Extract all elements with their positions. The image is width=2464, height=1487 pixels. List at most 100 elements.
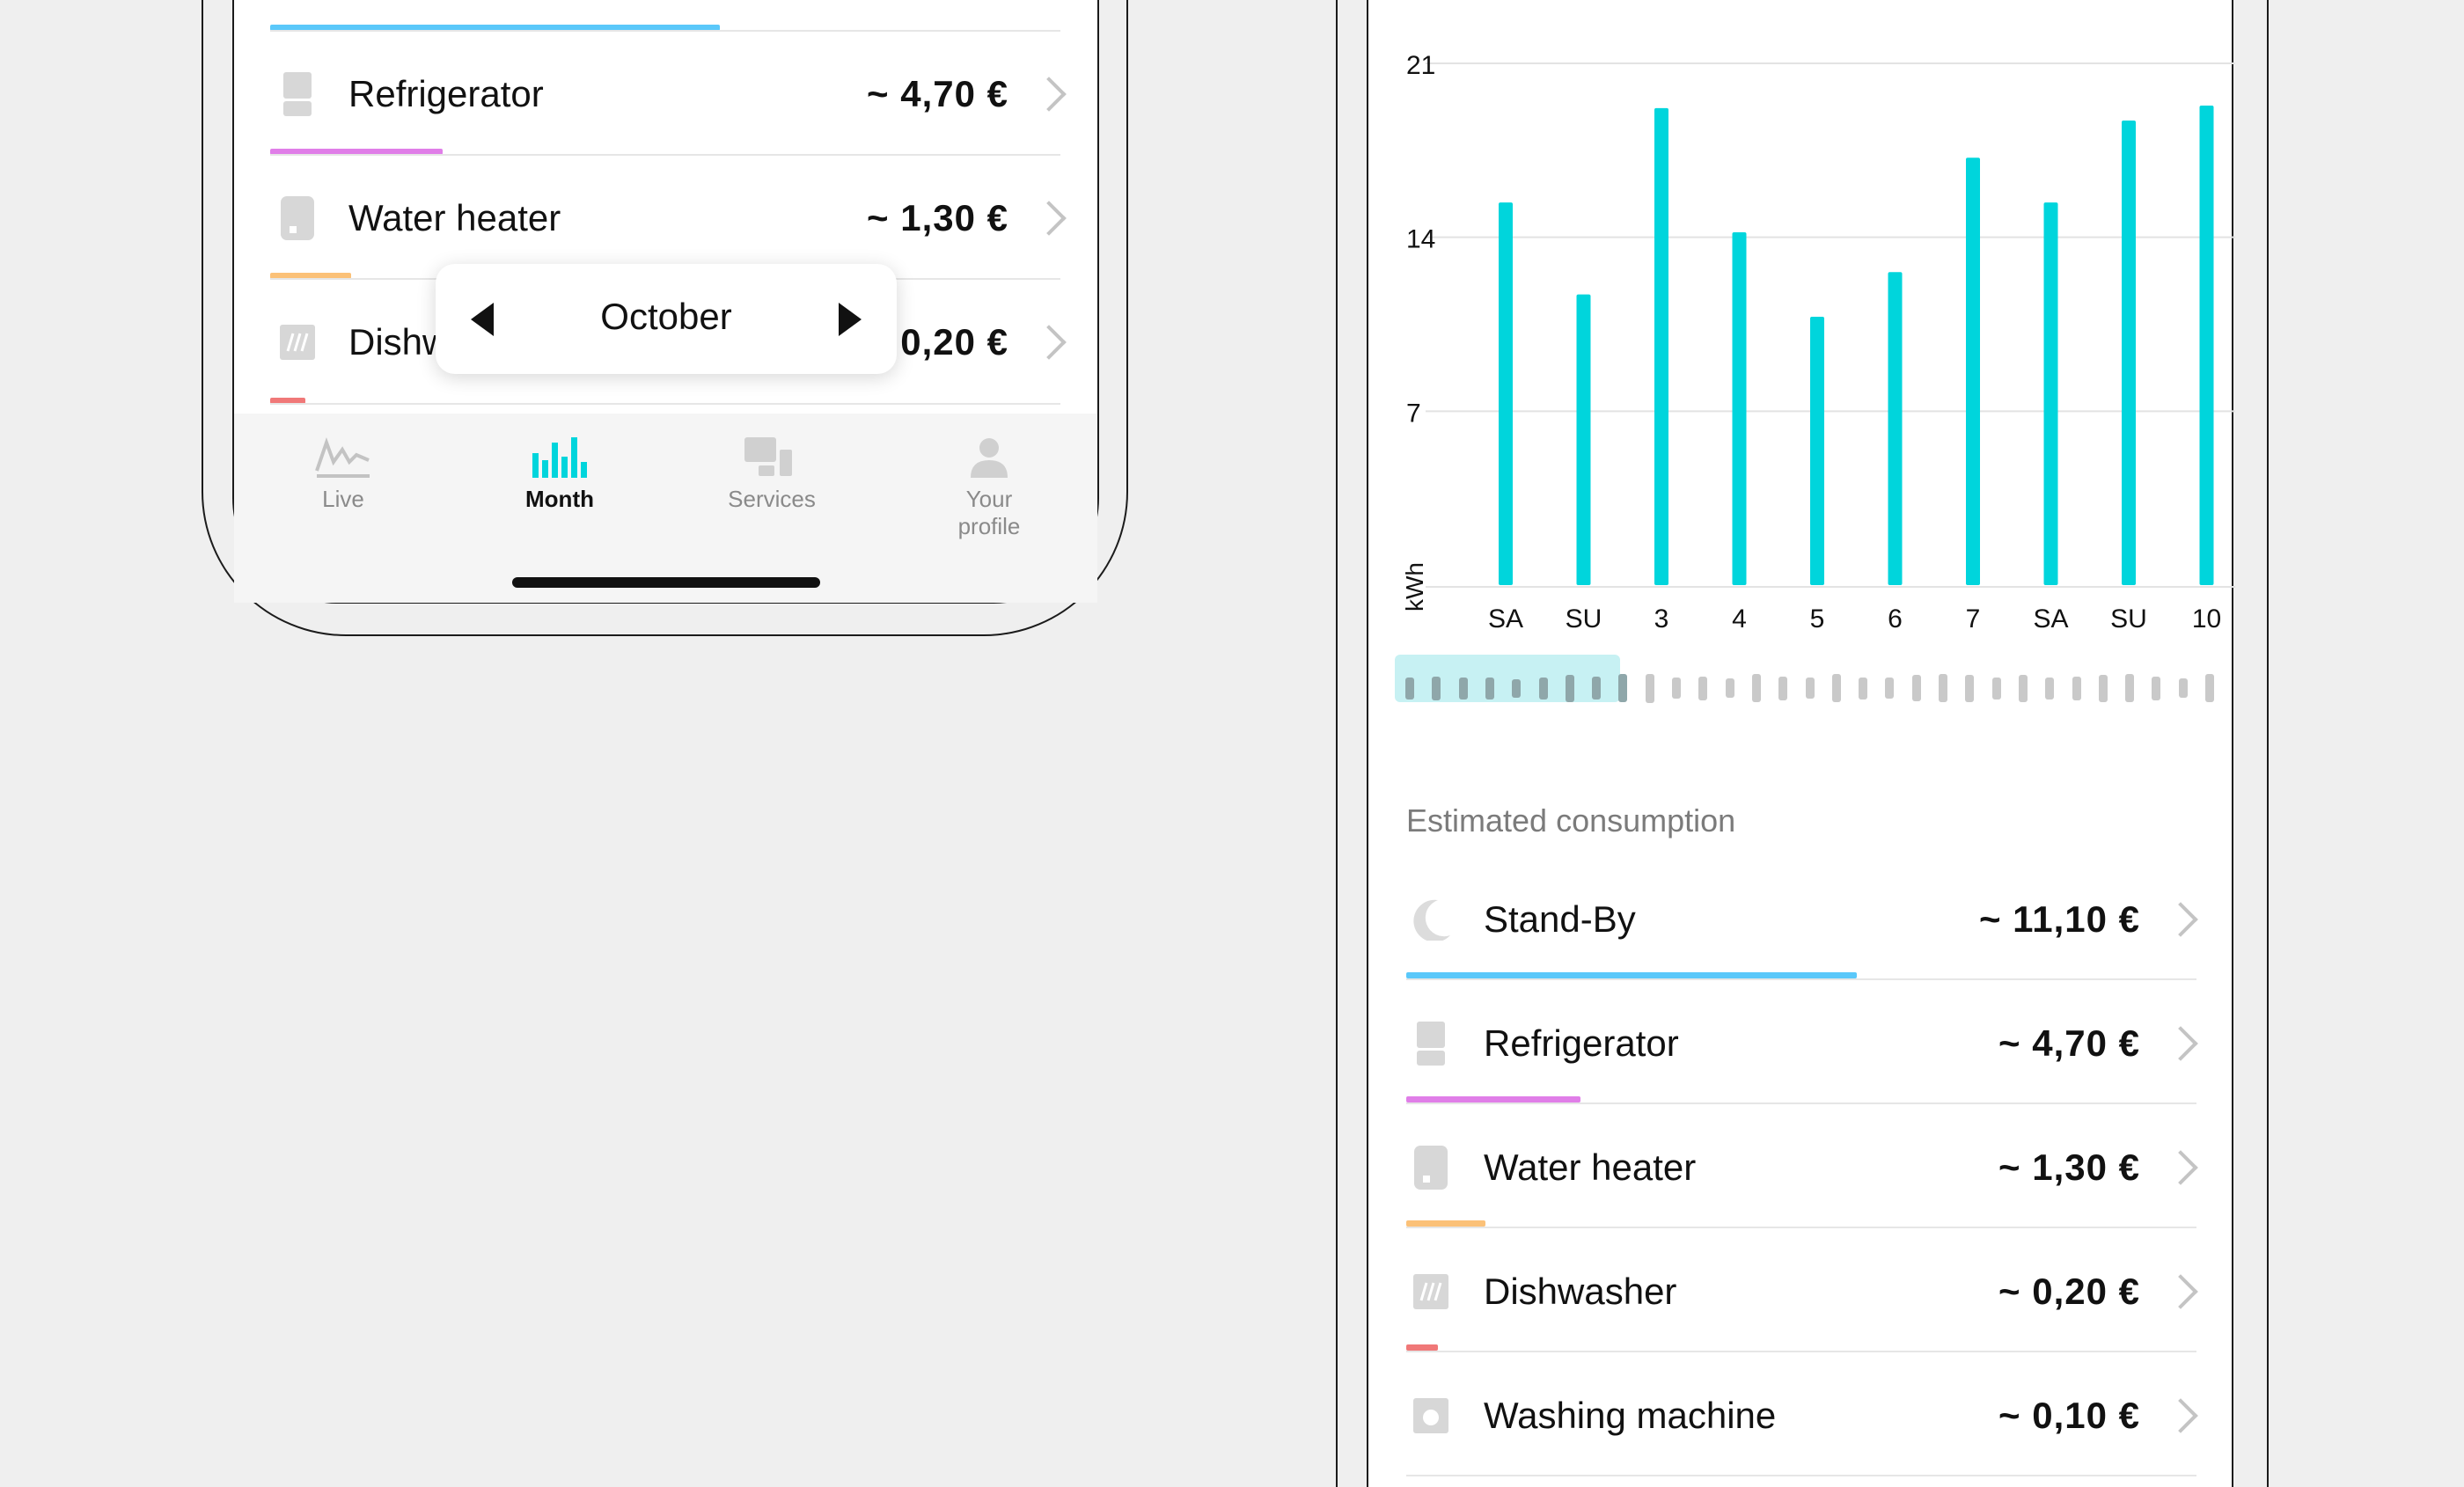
tab-label-line2: profile: [957, 513, 1021, 539]
list-item-refrigerator[interactable]: Refrigerator ~ 4,70 €: [1412, 1022, 2198, 1066]
refrigerator-icon: [1412, 1022, 1450, 1066]
list-item-water-heater[interactable]: Water heater ~ 1,30 €: [280, 196, 1067, 240]
divider: [270, 154, 1060, 156]
tab-label: Services: [728, 486, 816, 512]
item-price: 0,20 €: [900, 321, 1008, 363]
tab-live[interactable]: Live: [290, 436, 396, 513]
usage-bar: [1406, 972, 1857, 978]
profile-icon: [971, 438, 1008, 478]
tab-services[interactable]: Services: [715, 436, 829, 513]
chevron-right-icon: [2163, 1026, 2198, 1061]
scrubber-bar: [1432, 676, 1441, 700]
divider: [1406, 1351, 2196, 1352]
scrubber-bar: [1725, 678, 1734, 698]
item-price: ~ 11,10 €: [1978, 898, 2140, 940]
home-indicator[interactable]: [512, 577, 820, 588]
scrubber-bar: [2152, 676, 2161, 700]
scrubber-bar: [2178, 678, 2188, 698]
live-graph-icon: [315, 437, 370, 478]
scrubber-bar: [1565, 674, 1574, 702]
item-label: Dishw: [348, 321, 450, 363]
y-tick-label: 21: [1406, 51, 1435, 80]
scrubber-bar: [1512, 678, 1522, 698]
x-tick-label: SA: [2033, 604, 2068, 634]
item-price: ~ 4,70 €: [867, 73, 1008, 114]
x-tick-label: SA: [1488, 604, 1523, 634]
tab-your-profile[interactable]: Your profile: [936, 436, 1042, 540]
tab-month[interactable]: Month: [507, 436, 612, 513]
list-item-refrigerator[interactable]: Refrigerator ~ 4,70 €: [280, 72, 1067, 116]
chevron-right-icon: [2163, 1150, 2198, 1185]
chevron-right-icon: [2163, 1274, 2198, 1309]
x-tick-label: 7: [1966, 604, 1981, 634]
divider: [1406, 1227, 2196, 1228]
divider: [1406, 978, 2196, 980]
item-label: Dishwasher: [1484, 1271, 1677, 1312]
scrubber-bar: [1458, 677, 1468, 700]
x-tick-label: 3: [1654, 604, 1669, 634]
list-item-stand-by[interactable]: Stand-By ~ 11,10 €: [1412, 897, 2198, 941]
item-label: Water heater: [1484, 1146, 1697, 1188]
water-heater-icon: [1412, 1146, 1450, 1190]
chart-bar[interactable]: [2043, 202, 2058, 585]
item-price: ~ 0,10 €: [1998, 1395, 2140, 1436]
scrubber-bar: [1859, 677, 1868, 700]
scrubber-bar: [1805, 678, 1815, 699]
item-label: Washing machine: [1484, 1395, 1777, 1436]
chart-bar[interactable]: [1966, 157, 1980, 586]
item-label: Stand-By: [1484, 898, 1636, 940]
tab-label: Month: [525, 486, 594, 512]
next-month-button[interactable]: [839, 303, 862, 336]
scrubber-bar: [1645, 673, 1654, 703]
scrubber-bar: [1698, 676, 1708, 700]
chart-bar[interactable]: [2122, 120, 2136, 585]
list-item-water-heater[interactable]: Water heater ~ 1,30 €: [1412, 1146, 2198, 1190]
dishwasher-icon: [1412, 1270, 1450, 1314]
usage-bar: [1406, 1344, 1438, 1351]
x-tick-label: SU: [2110, 604, 2147, 634]
y-tick-label: 7: [1406, 399, 1421, 428]
chart-bar[interactable]: [1732, 232, 1747, 585]
scrubber-bar: [2018, 674, 2028, 702]
item-price: ~ 1,30 €: [867, 197, 1008, 238]
list-item-washing-machine[interactable]: Washing machine ~ 0,10 €: [1412, 1394, 2198, 1438]
list-item-dishwasher[interactable]: Dishwasher ~ 0,20 €: [1412, 1270, 2198, 1314]
water-heater-icon: [280, 196, 315, 240]
scrubber-bar: [1485, 677, 1494, 700]
scrubber-bar: [1885, 678, 1895, 699]
item-label: Refrigerator: [1484, 1022, 1679, 1064]
divider: [1406, 1102, 2196, 1104]
scrubber-bar: [1672, 678, 1681, 699]
tab-label-line1: Your: [965, 486, 1013, 512]
y-tick-label: 14: [1406, 225, 1435, 254]
scrubber-bar: [1618, 674, 1628, 702]
refrigerator-icon: [280, 72, 315, 116]
item-price: ~ 1,30 €: [1998, 1146, 2140, 1188]
item-label: Water heater: [348, 197, 561, 238]
scrubber-bar: [1538, 677, 1548, 700]
scrubber-bar: [2125, 674, 2135, 702]
scrubber-bar: [1991, 677, 2001, 700]
scrubber-bar: [1751, 674, 1761, 702]
y-axis-label: kWh: [1401, 562, 1428, 612]
scrubber-bar: [1911, 675, 1921, 701]
x-tick-label: 5: [1810, 604, 1825, 634]
item-price: ~ 4,70 €: [1998, 1022, 2140, 1064]
chevron-right-icon: [1031, 201, 1067, 236]
chart-bar[interactable]: [2199, 106, 2214, 585]
monthly-consumption-chart: 7 14 21 SA SU 3 4 5 6 7 SA SU 10: [1406, 51, 2235, 634]
usage-bar: [1406, 1220, 1485, 1227]
x-tick-label: SU: [1566, 604, 1602, 634]
scrubber-bar: [2205, 674, 2214, 702]
divider: [270, 403, 1060, 405]
month-picker: October: [436, 264, 897, 374]
chart-bar[interactable]: [1810, 317, 1824, 585]
period-scrubber-window[interactable]: [1395, 655, 1620, 702]
scrubber-bar: [1831, 674, 1841, 702]
chart-bar[interactable]: [1888, 272, 1903, 585]
chevron-right-icon: [1031, 77, 1067, 112]
chart-bar[interactable]: [1576, 294, 1591, 585]
chevron-right-icon: [2163, 1398, 2198, 1433]
chart-bar[interactable]: [1654, 107, 1668, 586]
chart-bar[interactable]: [1499, 202, 1513, 585]
